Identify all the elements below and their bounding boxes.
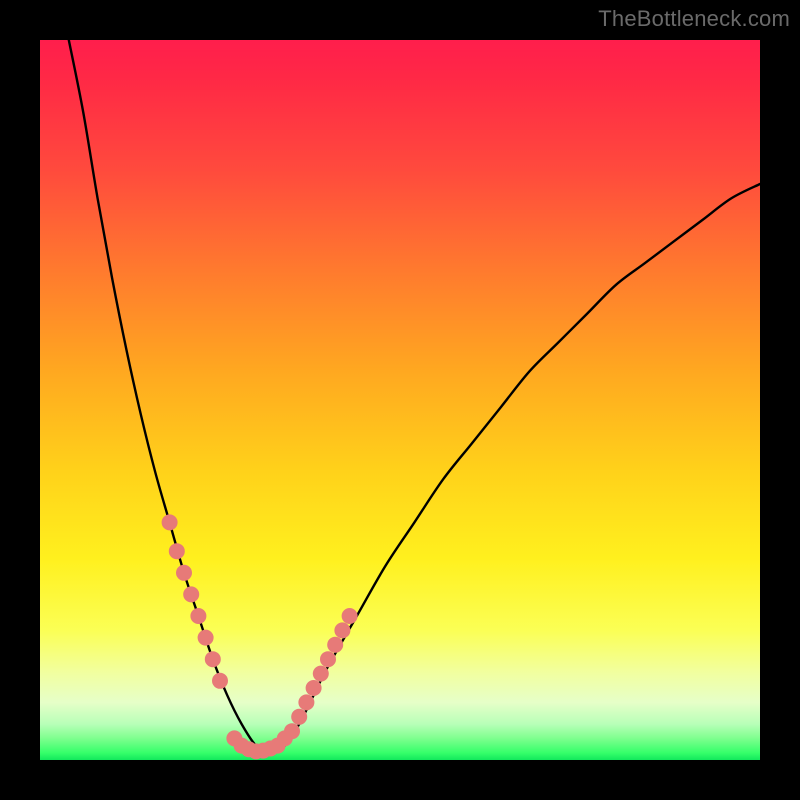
data-point [320, 651, 336, 667]
data-point [183, 586, 199, 602]
watermark-text: TheBottleneck.com [598, 6, 790, 32]
data-point [291, 709, 307, 725]
data-point [190, 608, 206, 624]
data-point [327, 637, 343, 653]
data-point [306, 680, 322, 696]
data-point [205, 651, 221, 667]
marked-points-right [277, 608, 358, 746]
data-point [270, 738, 286, 754]
chart-frame: TheBottleneck.com [0, 0, 800, 800]
data-point [284, 723, 300, 739]
data-point [169, 543, 185, 559]
data-point [212, 673, 228, 689]
plot-area [40, 40, 760, 760]
bottleneck-curve-svg [40, 40, 760, 760]
marked-points-left [162, 514, 228, 688]
data-point [162, 514, 178, 530]
data-point [334, 622, 350, 638]
bottleneck-curve [69, 40, 760, 753]
data-point [313, 666, 329, 682]
data-point [198, 630, 214, 646]
data-point [176, 565, 192, 581]
data-point [298, 694, 314, 710]
data-point [342, 608, 358, 624]
marked-points-bottom [226, 730, 285, 759]
